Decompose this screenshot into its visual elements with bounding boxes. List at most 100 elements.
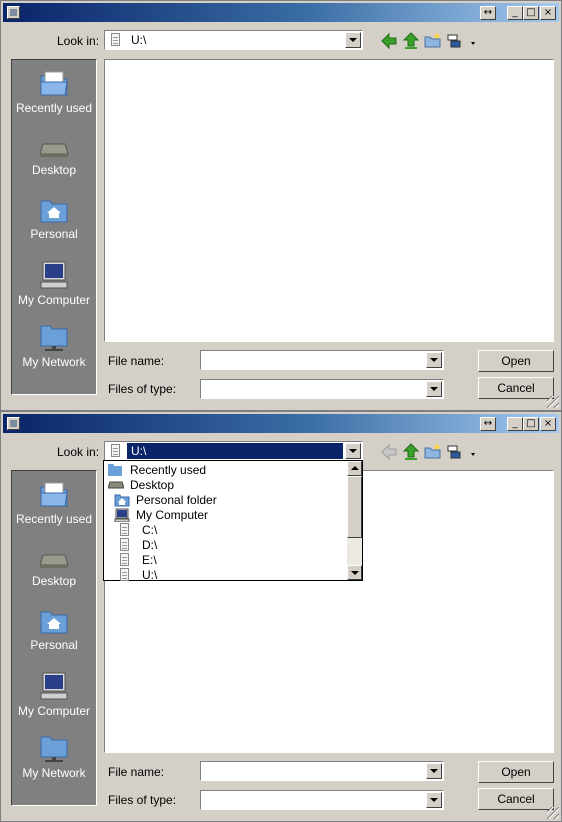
places-sidebar: Recently used Desktop Personal My Comput…	[11, 470, 97, 806]
close-button[interactable]: ×	[540, 6, 556, 20]
sidebar-item-recently-used[interactable]: Recently used	[12, 481, 96, 526]
cancel-button[interactable]: Cancel	[478, 788, 554, 810]
sidebar-item-desktop[interactable]: Desktop	[12, 138, 96, 177]
scroll-down-button[interactable]	[347, 565, 362, 580]
sidebar-item-label: Desktop	[31, 574, 77, 588]
files-of-type-label: Files of type:	[108, 793, 177, 807]
home-folder-icon	[114, 494, 130, 507]
up-folder-icon[interactable]	[402, 443, 420, 461]
sidebar-item-label: Personal	[30, 227, 78, 241]
sidebar-item-label: Recently used	[15, 512, 93, 526]
file-name-input[interactable]	[200, 761, 444, 781]
sidebar-item-my-computer[interactable]: My Computer	[12, 260, 96, 307]
dropdown-item-label: U:\	[142, 568, 158, 582]
maximize-button[interactable]: □	[523, 6, 539, 20]
sidebar-item-my-network[interactable]: My Network	[12, 733, 96, 780]
files-of-type-select[interactable]	[200, 790, 444, 810]
dropdown-item-label: Desktop	[130, 478, 175, 492]
network-icon	[40, 736, 68, 762]
sidebar-item-label: Desktop	[31, 163, 77, 177]
chevron-down-icon[interactable]	[426, 381, 442, 397]
computer-icon	[114, 508, 130, 522]
sidebar-item-label: My Computer	[17, 293, 91, 307]
new-folder-icon[interactable]	[424, 32, 442, 50]
window-icon[interactable]	[7, 417, 20, 430]
drive-icon	[111, 33, 120, 46]
sidebar-item-label: My Computer	[17, 704, 91, 718]
sidebar-item-my-computer[interactable]: My Computer	[12, 671, 96, 718]
dropdown-item-label: E:\	[142, 553, 157, 567]
look-in-value: U:\	[127, 443, 343, 459]
drive-icon	[120, 553, 129, 566]
desktop-icon	[39, 554, 69, 568]
window-icon[interactable]	[7, 6, 20, 19]
places-sidebar: Recently used Desktop Personal My Comput…	[11, 59, 97, 395]
files-of-type-select[interactable]	[200, 379, 444, 399]
title-bar[interactable]: ↔ _ □ ×	[3, 3, 559, 22]
dropdown-item-label: My Computer	[136, 508, 209, 522]
look-in-combo[interactable]: U:\	[104, 441, 363, 461]
resize-grip[interactable]	[547, 396, 559, 408]
maximize-button[interactable]: □	[523, 417, 539, 431]
recent-folder-icon	[40, 482, 68, 507]
minimize-button[interactable]: _	[507, 417, 523, 431]
file-name-input[interactable]	[200, 350, 444, 370]
look-in-label: Look in:	[57, 445, 100, 459]
resize-button[interactable]: ↔	[480, 417, 496, 431]
file-list-pane[interactable]	[104, 59, 554, 342]
back-arrow-icon[interactable]	[380, 32, 398, 50]
home-folder-icon	[40, 611, 68, 634]
look-in-combo[interactable]: U:\	[104, 30, 363, 50]
minimize-button[interactable]: _	[507, 6, 523, 20]
sidebar-item-label: My Network	[22, 766, 86, 780]
chevron-down-icon[interactable]	[345, 443, 361, 459]
drive-icon	[111, 444, 120, 457]
look-in-dropdown-list[interactable]: Recently used Desktop Personal folder My…	[103, 460, 363, 582]
open-button[interactable]: Open	[478, 350, 554, 372]
chevron-down-icon[interactable]	[345, 32, 361, 48]
file-dialog-closed: ↔ _ □ × Look in: U:\ Recently used Deskt…	[0, 0, 562, 411]
sidebar-item-personal[interactable]: Personal	[12, 198, 96, 241]
file-name-label: File name:	[108, 765, 165, 779]
open-button[interactable]: Open	[478, 761, 554, 783]
dropdown-item-label: D:\	[142, 538, 158, 552]
look-in-label: Look in:	[57, 34, 100, 48]
title-bar[interactable]: ↔ _ □ ×	[3, 414, 559, 433]
computer-icon	[40, 261, 68, 289]
sidebar-item-label: Personal	[30, 638, 78, 652]
back-arrow-icon[interactable]	[380, 443, 398, 461]
dropdown-item-label: C:\	[142, 523, 158, 537]
resize-grip[interactable]	[547, 807, 559, 819]
computer-icon	[40, 672, 68, 700]
desktop-icon	[39, 143, 69, 157]
chevron-down-icon[interactable]	[426, 792, 442, 808]
new-folder-icon[interactable]	[424, 443, 442, 461]
sidebar-item-personal[interactable]: Personal	[12, 609, 96, 652]
scroll-up-button[interactable]	[347, 461, 362, 476]
drive-icon	[120, 568, 129, 581]
drive-icon	[120, 538, 129, 551]
desktop-icon	[108, 481, 124, 489]
files-of-type-label: Files of type:	[108, 382, 177, 396]
chevron-down-icon[interactable]	[426, 352, 442, 368]
sidebar-item-my-network[interactable]: My Network	[12, 322, 96, 369]
up-folder-icon[interactable]	[402, 32, 420, 50]
scroll-thumb[interactable]	[347, 476, 362, 538]
dropdown-scrollbar[interactable]	[347, 461, 362, 580]
view-menu-icon[interactable]	[446, 32, 476, 50]
chevron-down-icon[interactable]	[426, 763, 442, 779]
cancel-button[interactable]: Cancel	[478, 377, 554, 399]
sidebar-item-recently-used[interactable]: Recently used	[12, 70, 96, 115]
close-button[interactable]: ×	[540, 417, 556, 431]
sidebar-item-desktop[interactable]: Desktop	[12, 549, 96, 588]
view-menu-icon[interactable]	[446, 443, 476, 461]
dropdown-item-label: Recently used	[130, 463, 207, 477]
dropdown-item-label: Personal folder	[136, 493, 217, 507]
file-name-label: File name:	[108, 354, 165, 368]
home-folder-icon	[40, 200, 68, 223]
sidebar-item-label: Recently used	[15, 101, 93, 115]
resize-button[interactable]: ↔	[480, 6, 496, 20]
recent-folder-icon	[108, 464, 122, 476]
drive-icon	[120, 523, 129, 536]
sidebar-item-label: My Network	[22, 355, 86, 369]
